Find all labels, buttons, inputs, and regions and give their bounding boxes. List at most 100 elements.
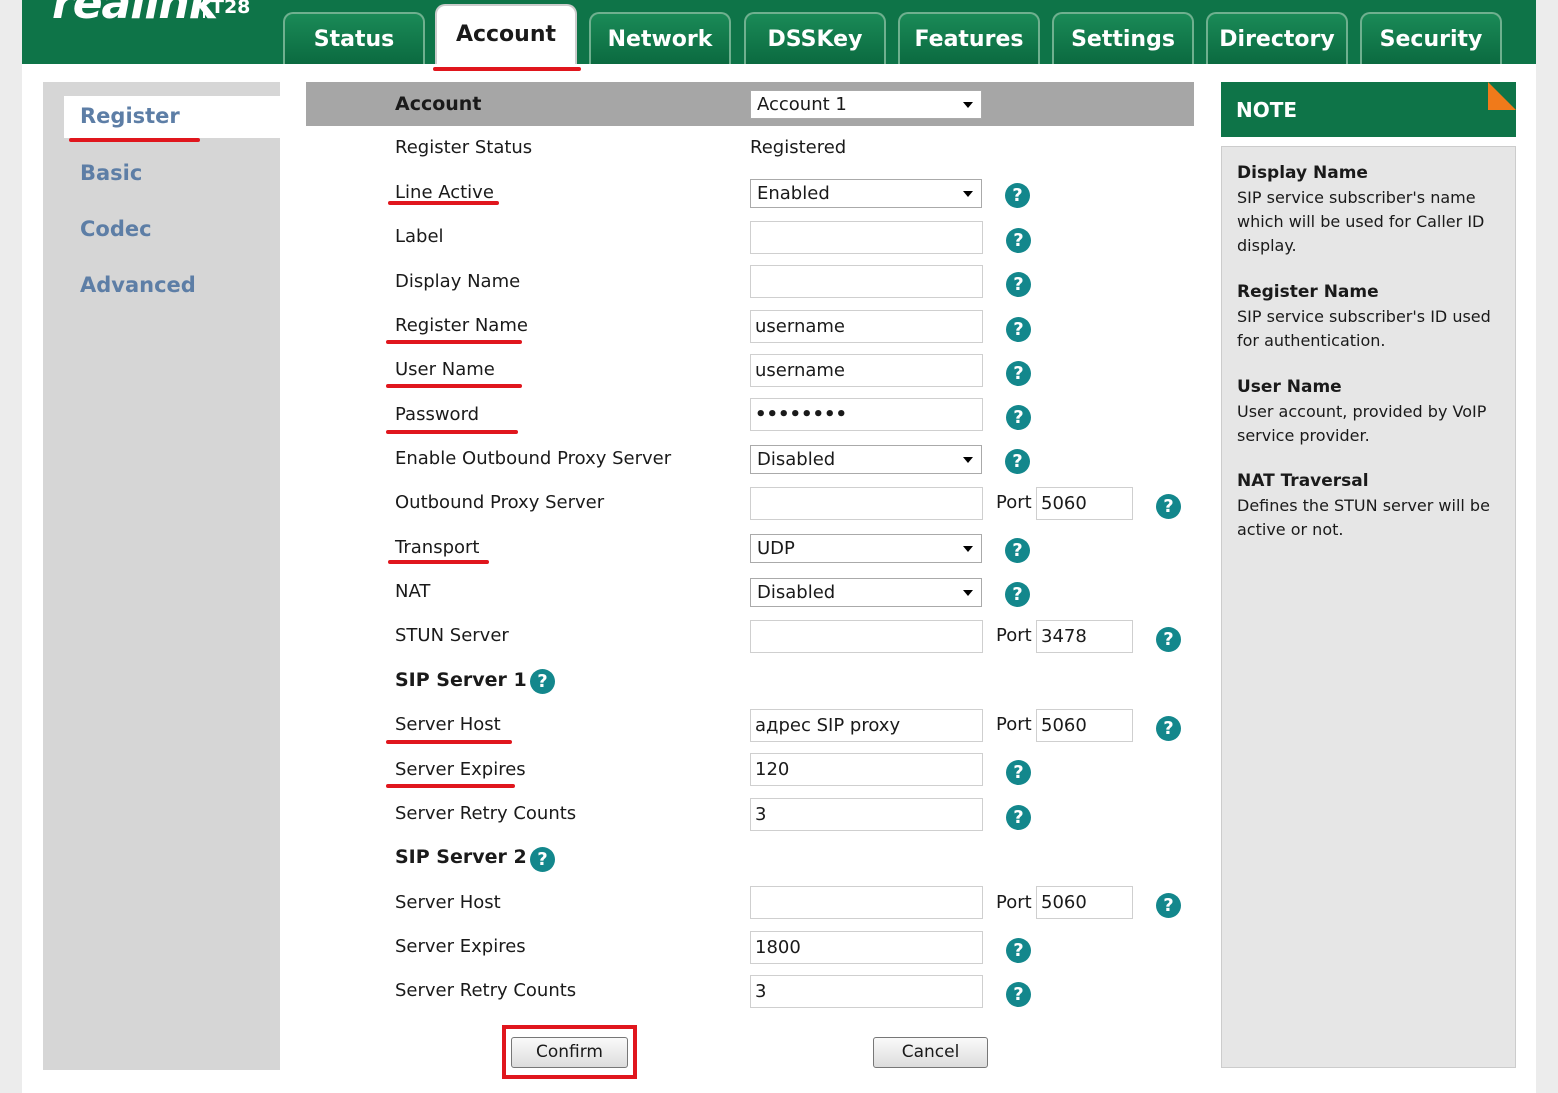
label-input[interactable]	[750, 221, 983, 254]
sip2-expires-label: Server Expires	[395, 936, 526, 957]
sip1-host-input[interactable]: адрес SIP proxy	[750, 709, 983, 742]
chevron-down-icon	[963, 590, 973, 596]
help-icon[interactable]: ?	[1005, 538, 1030, 563]
port-label: Port	[996, 892, 1032, 913]
help-icon[interactable]: ?	[1006, 361, 1031, 386]
note-item-title: NAT Traversal	[1237, 471, 1369, 491]
tab-directory[interactable]: Directory	[1206, 12, 1348, 64]
annotation-underline	[386, 740, 512, 744]
sip2-host-input[interactable]	[750, 886, 983, 919]
outbound-enable-label: Enable Outbound Proxy Server	[395, 448, 672, 469]
sidebar-item-advanced[interactable]: Advanced	[80, 273, 196, 297]
display-name-input[interactable]	[750, 265, 983, 298]
nat-label: NAT	[395, 581, 431, 602]
chevron-down-icon	[963, 457, 973, 463]
stun-port-input[interactable]: 3478	[1036, 620, 1133, 653]
help-icon[interactable]: ?	[1006, 760, 1031, 785]
outbound-enable-select[interactable]: Disabled	[750, 445, 982, 474]
account-select-value: Account 1	[757, 94, 847, 115]
help-icon[interactable]: ?	[530, 669, 555, 694]
note-item-title: Register Name	[1237, 282, 1379, 302]
note-item-text: SIP service subscriber's name which will…	[1237, 188, 1485, 255]
chevron-down-icon	[963, 102, 973, 108]
transport-select[interactable]: UDP	[750, 534, 982, 563]
sip1-retry-label: Server Retry Counts	[395, 803, 577, 824]
help-icon[interactable]: ?	[1006, 982, 1031, 1007]
outbound-server-label: Outbound Proxy Server	[395, 492, 605, 513]
account-select[interactable]: Account 1	[750, 90, 982, 119]
register-status-label: Register Status	[395, 137, 533, 158]
tab-features[interactable]: Features	[898, 12, 1040, 64]
help-icon[interactable]: ?	[1006, 272, 1031, 297]
cancel-button[interactable]: Cancel	[873, 1037, 988, 1068]
label-label: Label	[395, 226, 444, 247]
note-item-title: User Name	[1237, 377, 1342, 397]
tab-status[interactable]: Status	[283, 12, 425, 64]
help-icon[interactable]: ?	[1156, 893, 1181, 918]
line-active-value: Enabled	[757, 183, 830, 204]
annotation-underline	[388, 201, 499, 205]
brand-logo: realink	[52, 0, 218, 29]
help-icon[interactable]: ?	[1156, 627, 1181, 652]
help-icon[interactable]: ?	[1005, 183, 1030, 208]
tab-security[interactable]: Security	[1360, 12, 1502, 64]
sip2-retry-input[interactable]: 3	[750, 975, 983, 1008]
note-header: NOTE	[1221, 82, 1516, 137]
stun-label: STUN Server	[395, 625, 509, 646]
password-label: Password	[395, 404, 480, 425]
register-status-value: Registered	[750, 137, 847, 158]
sip1-title: SIP Server 1	[395, 669, 527, 691]
sip2-retry-label: Server Retry Counts	[395, 980, 577, 1001]
annotation-underline	[386, 430, 518, 434]
note-item-text: Defines the STUN server will be active o…	[1237, 496, 1490, 539]
help-icon[interactable]: ?	[1006, 228, 1031, 253]
help-icon[interactable]: ?	[1005, 449, 1030, 474]
sip1-expires-label: Server Expires	[395, 759, 526, 780]
confirm-button[interactable]: Confirm	[511, 1037, 628, 1068]
outbound-enable-value: Disabled	[757, 449, 836, 470]
note-item-title: Display Name	[1237, 163, 1368, 183]
help-icon[interactable]: ?	[1006, 317, 1031, 342]
sip1-expires-input[interactable]: 120	[750, 753, 983, 786]
password-input[interactable]: ••••••••	[750, 398, 983, 431]
annotation-underline	[386, 784, 515, 788]
stun-input[interactable]	[750, 620, 983, 653]
sip2-expires-input[interactable]: 1800	[750, 931, 983, 964]
nat-select[interactable]: Disabled	[750, 578, 982, 607]
register-name-input[interactable]: username	[750, 310, 983, 343]
outbound-port-input[interactable]: 5060	[1036, 487, 1133, 520]
help-icon[interactable]: ?	[1156, 716, 1181, 741]
outbound-server-input[interactable]	[750, 487, 983, 520]
user-name-input[interactable]: username	[750, 354, 983, 387]
annotation-underline	[386, 384, 522, 388]
sidebar	[43, 82, 280, 1070]
annotation-underline	[388, 560, 489, 564]
help-icon[interactable]: ?	[1006, 405, 1031, 430]
port-label: Port	[996, 492, 1032, 513]
help-icon[interactable]: ?	[1006, 805, 1031, 830]
display-name-label: Display Name	[395, 271, 521, 292]
nat-value: Disabled	[757, 582, 836, 603]
annotation-underline	[433, 67, 581, 71]
chevron-down-icon	[963, 191, 973, 197]
sip1-retry-input[interactable]: 3	[750, 798, 983, 831]
help-icon[interactable]: ?	[1156, 494, 1181, 519]
sip1-port-input[interactable]: 5060	[1036, 709, 1133, 742]
line-active-select[interactable]: Enabled	[750, 179, 982, 208]
sidebar-item-basic[interactable]: Basic	[80, 161, 142, 185]
tab-dsskey[interactable]: DSSKey	[744, 12, 886, 64]
register-name-label: Register Name	[395, 315, 528, 336]
transport-label: Transport	[395, 537, 480, 558]
port-label: Port	[996, 714, 1032, 735]
tab-settings[interactable]: Settings	[1052, 12, 1194, 64]
sip2-port-input[interactable]: 5060	[1036, 886, 1133, 919]
help-icon[interactable]: ?	[530, 847, 555, 872]
tab-network[interactable]: Network	[589, 12, 731, 64]
sidebar-item-register[interactable]: Register	[80, 104, 180, 128]
help-icon[interactable]: ?	[1006, 938, 1031, 963]
model-label: T28	[203, 0, 250, 18]
help-icon[interactable]: ?	[1005, 582, 1030, 607]
sip2-title: SIP Server 2	[395, 846, 527, 868]
sidebar-item-codec[interactable]: Codec	[80, 217, 152, 241]
tab-account[interactable]: Account	[435, 4, 577, 64]
